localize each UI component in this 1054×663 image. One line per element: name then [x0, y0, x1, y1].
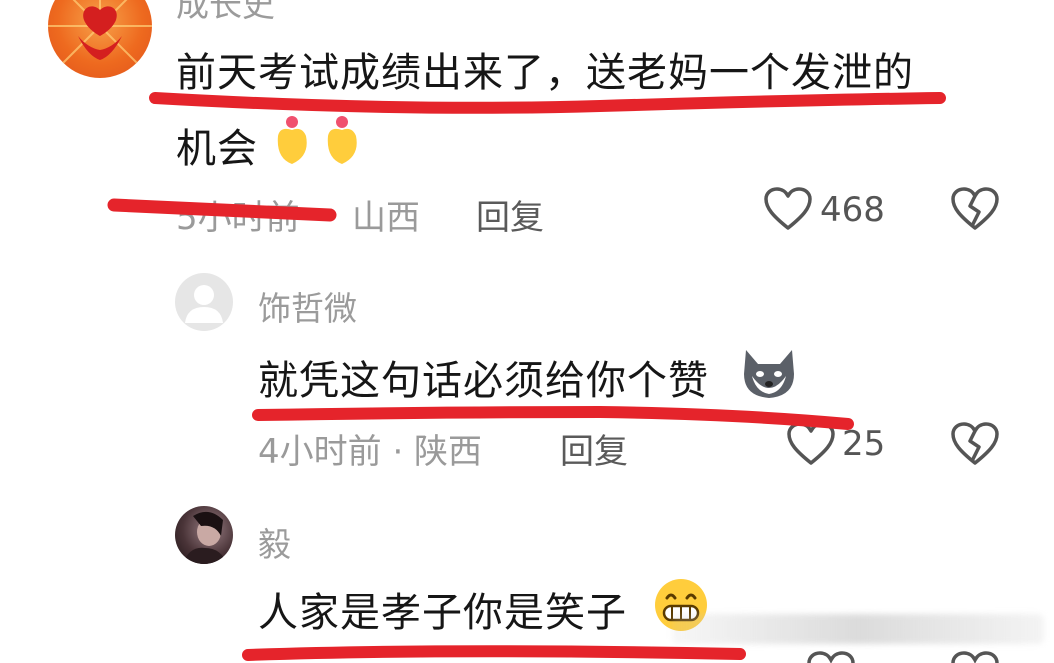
annotation-underlines: [107, 92, 946, 661]
comment-text: 就凭这句话必须给你个赞: [258, 358, 709, 404]
comment-text: 人家是孝子你是笑子: [258, 590, 627, 636]
watermark: [672, 614, 1044, 644]
reply-button[interactable]: 回复: [476, 190, 544, 239]
commenter-avatar[interactable]: [175, 506, 233, 564]
commenter-avatar[interactable]: [48, 0, 152, 78]
commenter-name[interactable]: 毅: [258, 518, 291, 566]
comment-time: 5小时前: [176, 198, 300, 238]
commenter-avatar[interactable]: [175, 273, 233, 331]
comment-time-location: 4小时前 · 陕西: [258, 432, 483, 472]
heart-hands-emoji-icon: [270, 112, 370, 178]
heart-outline-icon[interactable]: [786, 421, 836, 467]
like-count: 25: [842, 424, 886, 464]
heart-outline-icon[interactable]: [806, 650, 856, 663]
comment-text-line2: 机会: [176, 126, 258, 172]
heart-outline-icon[interactable]: [763, 186, 813, 232]
like-count: 468: [820, 190, 885, 230]
comment-text-line1: 前天考试成绩出来了，送老妈一个发泄的: [176, 50, 914, 96]
broken-heart-icon[interactable]: [950, 421, 1000, 467]
comment-location: 山西: [352, 198, 420, 238]
commenter-name[interactable]: 饰哲微: [258, 282, 357, 330]
broken-heart-icon[interactable]: [950, 650, 1000, 663]
broken-heart-icon[interactable]: [950, 186, 1000, 232]
commenter-name[interactable]: 成长史: [176, 0, 275, 26]
reply-button[interactable]: 回复: [560, 424, 628, 473]
husky-emoji-icon: [738, 344, 800, 406]
